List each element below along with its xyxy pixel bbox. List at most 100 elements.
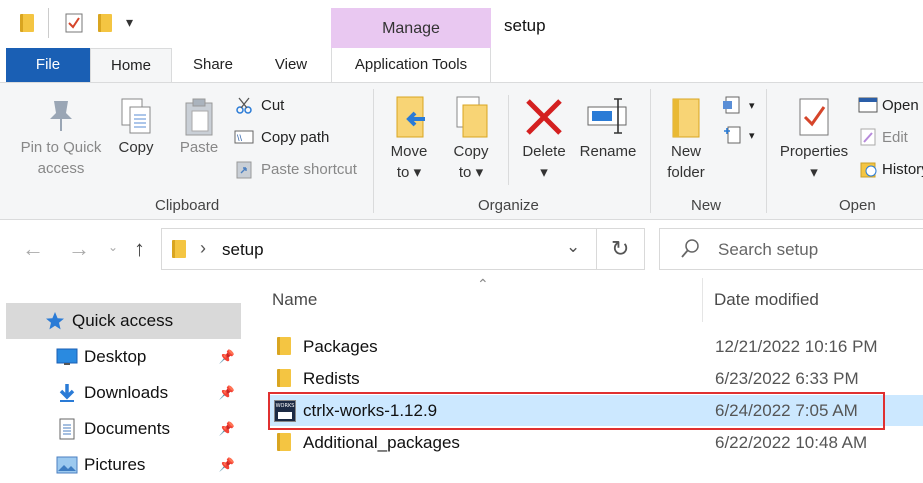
delete-dropdown-icon[interactable]: ▾ xyxy=(518,162,570,183)
sort-ascending-icon: ⌃ xyxy=(477,276,489,292)
list-item[interactable]: Packages 12/21/2022 10:16 PM xyxy=(269,331,923,362)
breadcrumb-separator-icon[interactable]: › xyxy=(200,238,206,259)
column-header-name[interactable]: Name xyxy=(272,290,317,310)
copy-path-icon: \\ xyxy=(234,127,254,147)
history-label: History xyxy=(882,160,923,178)
svg-text:\\: \\ xyxy=(237,133,243,143)
divider xyxy=(508,95,509,185)
file-date: 6/22/2022 10:48 AM xyxy=(715,432,868,452)
new-folder-qat-icon[interactable] xyxy=(98,14,112,32)
recent-locations-chevron-icon[interactable]: ⌄ xyxy=(108,240,118,254)
nav-item-documents[interactable]: Documents 📌 xyxy=(6,411,241,447)
column-header-date-modified[interactable]: Date modified xyxy=(714,290,819,310)
rename-button[interactable]: Rename xyxy=(578,95,638,162)
new-item-button[interactable]: ▾ xyxy=(722,93,755,117)
open-group-label: Open xyxy=(839,197,876,214)
nav-item-label: Pictures xyxy=(84,455,146,474)
nav-item-label: Documents xyxy=(84,419,170,438)
folder-icon xyxy=(277,433,291,451)
copy-to-button[interactable]: Copy to ▾ xyxy=(448,95,494,183)
file-name: Additional_packages xyxy=(303,432,460,452)
title-bar: ▾ Manage setup xyxy=(0,0,923,48)
divider xyxy=(48,8,49,38)
edit-button[interactable]: Edit xyxy=(858,125,908,149)
nav-item-pictures[interactable]: Pictures 📌 xyxy=(6,447,241,483)
pin-to-quick-access-button[interactable]: Pin to Quick access xyxy=(14,97,108,179)
pictures-icon xyxy=(56,455,78,475)
list-item[interactable]: Additional_packages 6/22/2022 10:48 AM xyxy=(269,427,923,458)
delete-label: Delete xyxy=(522,143,566,160)
back-arrow-icon[interactable]: ← xyxy=(22,236,44,262)
pin-icon xyxy=(14,97,108,137)
open-button[interactable]: Open xyxy=(858,93,919,117)
nav-item-desktop[interactable]: Desktop 📌 xyxy=(6,339,241,375)
properties-dropdown-icon[interactable]: ▾ xyxy=(776,162,852,183)
list-item[interactable]: Redists 6/23/2022 6:33 PM xyxy=(269,363,923,394)
nav-item-quick-access[interactable]: Quick access xyxy=(6,303,241,339)
file-name: Packages xyxy=(303,336,378,356)
pin-icon[interactable]: 📌 xyxy=(219,421,235,437)
star-icon xyxy=(44,311,66,331)
copy-icon xyxy=(112,97,160,137)
ribbon: Pin to Quick access Copy Paste Cut \\ Co… xyxy=(0,82,923,220)
copy-to-icon xyxy=(448,95,494,141)
address-dropdown-chevron-icon[interactable]: ⌄ xyxy=(566,237,580,257)
paste-shortcut-icon xyxy=(234,159,254,179)
column-divider[interactable] xyxy=(702,278,703,322)
new-folder-label-line1: New xyxy=(670,143,701,160)
tab-home[interactable]: Home xyxy=(90,48,172,83)
tab-view[interactable]: View xyxy=(258,48,324,82)
window-title: setup xyxy=(504,16,546,35)
folder-icon xyxy=(277,369,291,387)
up-arrow-icon[interactable]: ↑ xyxy=(134,236,145,262)
nav-item-downloads[interactable]: Downloads 📌 xyxy=(6,375,241,411)
tab-application-tools[interactable]: Application Tools xyxy=(331,48,491,82)
pin-label-line2: access xyxy=(37,160,85,177)
copy-label: Copy xyxy=(118,139,154,156)
breadcrumb-setup[interactable]: setup xyxy=(222,240,264,260)
refresh-button[interactable]: ↻ xyxy=(597,228,645,270)
address-bar[interactable]: › setup ⌄ xyxy=(161,228,597,270)
open-label: Open xyxy=(882,96,919,114)
paste-button[interactable]: Paste xyxy=(174,97,224,158)
tab-share[interactable]: Share xyxy=(180,48,246,82)
divider xyxy=(650,89,651,213)
cut-button[interactable]: Cut xyxy=(234,93,284,117)
new-folder-button[interactable]: New folder xyxy=(660,95,712,183)
history-button[interactable]: History xyxy=(858,157,923,181)
paste-shortcut-button[interactable]: Paste shortcut xyxy=(234,157,357,181)
properties-label: Properties xyxy=(779,143,849,160)
copy-to-label-line1: Copy xyxy=(453,143,489,160)
pin-icon[interactable]: 📌 xyxy=(219,457,235,473)
divider xyxy=(373,89,374,213)
easy-access-icon xyxy=(722,125,742,145)
folder-icon xyxy=(172,240,186,258)
customize-qat-icon[interactable]: ▾ xyxy=(126,14,133,31)
copy-path-button[interactable]: \\ Copy path xyxy=(234,125,329,149)
delete-button[interactable]: Delete ▾ xyxy=(518,95,570,183)
properties-button[interactable]: Properties ▾ xyxy=(776,95,852,183)
move-to-label-line1: Move xyxy=(390,143,428,160)
new-group-label: New xyxy=(691,197,722,214)
forward-arrow-icon[interactable]: → xyxy=(68,236,90,262)
properties-qat-icon[interactable] xyxy=(65,13,83,38)
new-folder-icon xyxy=(660,95,712,141)
search-box[interactable]: Search setup xyxy=(659,228,923,270)
copy-button[interactable]: Copy xyxy=(112,97,160,158)
nav-item-label: Downloads xyxy=(84,383,169,402)
move-to-button[interactable]: Move to ▾ xyxy=(384,95,434,183)
desktop-icon xyxy=(56,347,78,367)
search-input[interactable]: Search setup xyxy=(718,240,818,260)
folder-icon xyxy=(20,14,34,32)
copy-path-label: Copy path xyxy=(261,128,330,146)
tab-file[interactable]: File xyxy=(6,48,90,82)
pin-icon[interactable]: 📌 xyxy=(219,349,235,365)
pin-icon[interactable]: 📌 xyxy=(219,385,235,401)
pin-label-line1: Pin to Quick xyxy=(20,139,102,156)
easy-access-button[interactable]: ▾ xyxy=(722,123,755,147)
refresh-icon: ↻ xyxy=(611,236,630,261)
paste-label: Paste xyxy=(179,139,219,156)
chevron-down-icon: ▾ xyxy=(749,99,755,112)
file-name: Redists xyxy=(303,368,360,388)
manage-context-tab-group: Manage xyxy=(331,8,491,48)
